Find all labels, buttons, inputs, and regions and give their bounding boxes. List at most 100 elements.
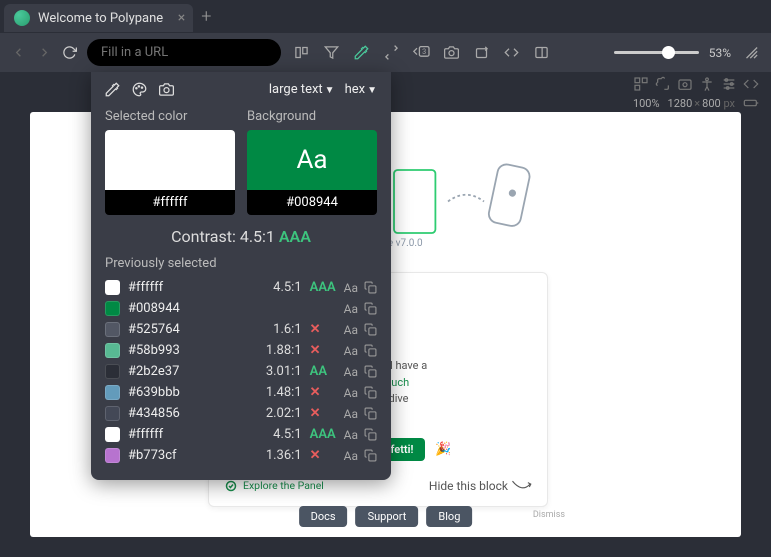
history-status: AA [310, 364, 336, 379]
text-sample-icon[interactable]: Aa [344, 428, 358, 442]
copy-icon[interactable] [364, 281, 377, 295]
nav-back-button[interactable] [10, 45, 26, 60]
format-dropdown[interactable]: hex▼ [345, 82, 377, 97]
sync-icon[interactable] [381, 43, 401, 63]
history-row[interactable]: #ffffff4.5:1AAAAa [105, 424, 377, 445]
history-ratio: 2.02:1 [266, 406, 302, 421]
history-swatch [105, 280, 120, 295]
history-swatch [105, 343, 120, 358]
copy-icon[interactable] [364, 323, 377, 337]
copy-icon[interactable] [364, 449, 377, 463]
confetti-icon: 🎉 [435, 442, 451, 457]
history-row[interactable]: #2b2e37 3.01:1 AA Aa [105, 361, 377, 382]
camera-icon[interactable] [441, 43, 461, 63]
history-swatch [105, 427, 120, 442]
text-sample-icon[interactable]: Aa [344, 386, 358, 400]
sidebar-toggle-icon[interactable] [531, 43, 551, 63]
selected-color-swatch[interactable] [105, 130, 235, 190]
text-sample-icon[interactable]: Aa [344, 407, 358, 421]
dim-unit: px [723, 97, 735, 110]
eyedropper-icon[interactable] [351, 43, 371, 63]
history-swatch [105, 385, 120, 400]
history-row[interactable]: #5257641.6:1✕Aa [105, 319, 377, 340]
history-row[interactable]: #58b9931.88:1✕Aa [105, 340, 377, 361]
history-hex: #008944 [128, 301, 198, 316]
palette-icon[interactable] [132, 82, 147, 97]
footer-buttons: Docs Support Blog [299, 506, 473, 527]
settings-icon[interactable] [721, 76, 737, 92]
devtools-icon[interactable] [743, 76, 759, 92]
hide-block-hint: Hide this block [429, 478, 533, 496]
plugin-icon[interactable] [655, 76, 671, 92]
copy-icon[interactable] [364, 365, 377, 379]
selected-color-hex: #ffffff [105, 190, 235, 215]
copy-icon[interactable] [364, 386, 377, 400]
accessibility-icon[interactable] [699, 76, 715, 92]
history-row[interactable]: #ffffff4.5:1AAAAa [105, 277, 377, 298]
history-ratio: 1.48:1 [266, 385, 302, 400]
history-row[interactable]: #b773cf1.36:1✕Aa [105, 445, 377, 466]
share-icon[interactable] [471, 43, 491, 63]
screenshot-icon[interactable] [677, 76, 693, 92]
text-sample-icon[interactable]: Aa [344, 449, 358, 463]
background-color-swatch[interactable]: Aa [247, 130, 377, 190]
resize-handle-icon[interactable] [741, 43, 761, 63]
history-hex: #2b2e37 [128, 364, 198, 379]
puzzle-icon[interactable] [633, 76, 649, 92]
viewport-height: 800 [702, 97, 721, 110]
history-status: ✕ [310, 385, 336, 400]
battery-icon[interactable] [743, 95, 759, 111]
history-row[interactable]: #4348562.02:1✕Aa [105, 403, 377, 424]
copy-icon[interactable] [364, 344, 377, 358]
url-input[interactable] [87, 39, 281, 66]
history-hex: #434856 [128, 406, 198, 421]
text-sample-icon[interactable]: Aa [344, 365, 358, 379]
history-status: AAA [310, 280, 336, 295]
history-hex: #525764 [128, 322, 198, 337]
text-sample-icon[interactable]: Aa [344, 323, 358, 337]
history-label: Previously selected [105, 256, 377, 271]
history-ratio: 3.01:1 [266, 364, 302, 379]
history-swatch [105, 448, 120, 463]
filter-icon[interactable] [321, 43, 341, 63]
support-button[interactable]: Support [356, 506, 419, 527]
tab-close-button[interactable]: × [178, 10, 185, 26]
camera-tool-icon[interactable] [159, 82, 174, 97]
history-ratio: 4.5:1 [273, 427, 302, 442]
text-sample-icon[interactable]: Aa [344, 344, 358, 358]
svg-text:3: 3 [422, 46, 426, 55]
text-sample-icon[interactable]: Aa [344, 302, 358, 316]
docs-button[interactable]: Docs [299, 506, 348, 527]
copy-icon[interactable] [364, 407, 377, 421]
history-ratio: 1.88:1 [266, 343, 302, 358]
zoom-label: 53% [709, 46, 731, 60]
browser-tab[interactable]: Welcome to Polypane × [4, 4, 193, 32]
history-ratio: 1.36:1 [266, 448, 302, 463]
history-ratio: 1.6:1 [273, 322, 302, 337]
count-badge-icon[interactable]: 3 [411, 43, 431, 63]
copy-icon[interactable] [364, 302, 377, 316]
nav-forward-button[interactable] [36, 45, 52, 60]
history-status: AAA [310, 427, 336, 442]
copy-icon[interactable] [364, 428, 377, 442]
text-size-dropdown[interactable]: large text▼ [269, 82, 335, 97]
device-illustration [385, 152, 565, 242]
background-color-hex: #008944 [247, 190, 377, 215]
code-icon[interactable] [501, 43, 521, 63]
reload-button[interactable] [62, 45, 77, 60]
new-tab-button[interactable]: + [201, 6, 211, 27]
tab-title: Welcome to Polypane [38, 11, 163, 26]
dismiss-link[interactable]: Dismiss [533, 510, 565, 520]
eyedropper-tool-icon[interactable] [105, 82, 120, 97]
app-logo-icon [14, 10, 30, 26]
history-row[interactable]: #008944 Aa [105, 298, 377, 319]
history-status: ✕ [310, 343, 336, 358]
history-row[interactable]: #639bbb 1.48:1 ✕ Aa [105, 382, 377, 403]
history-hex: #ffffff [128, 280, 198, 295]
zoom-slider[interactable] [614, 51, 699, 54]
text-sample-icon[interactable]: Aa [344, 281, 358, 295]
history-hex: #639bbb [128, 385, 198, 400]
blog-button[interactable]: Blog [426, 506, 472, 527]
panes-icon[interactable] [291, 43, 311, 63]
color-picker-panel: large text▼ hex▼ Selected color #ffffff … [91, 72, 391, 480]
